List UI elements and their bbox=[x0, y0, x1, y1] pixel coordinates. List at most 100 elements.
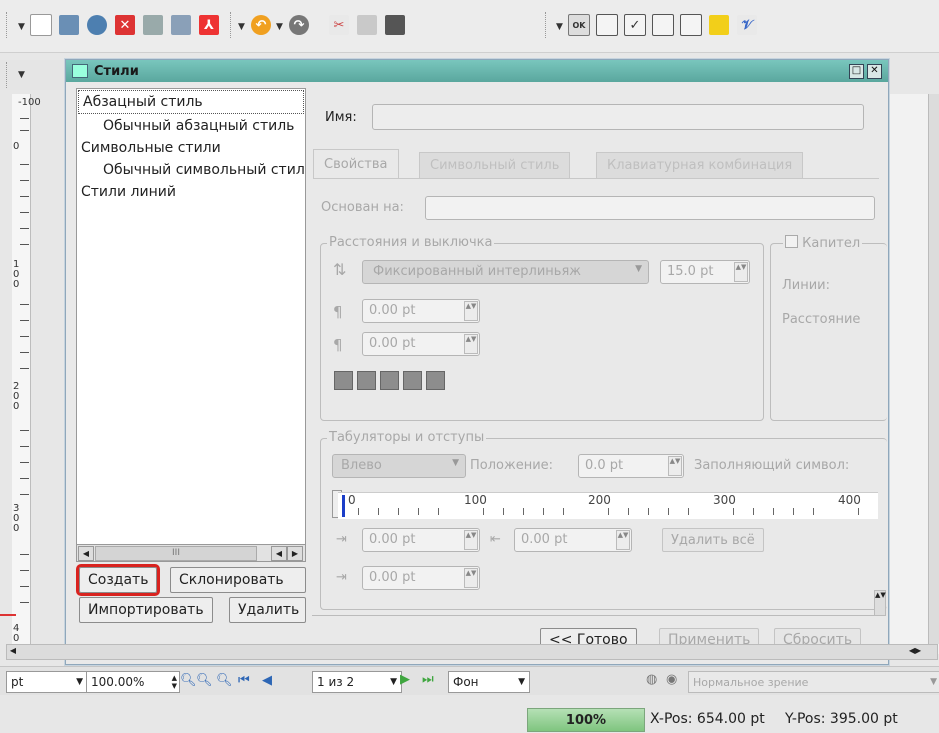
spin-icon[interactable]: ▲▼ bbox=[464, 334, 478, 354]
right-indent-field[interactable]: 0.00 pt ▲▼ bbox=[362, 566, 480, 590]
open-folder-icon[interactable] bbox=[56, 12, 82, 38]
toolbar-grip[interactable] bbox=[6, 12, 10, 38]
layer-value: Фон bbox=[453, 675, 479, 689]
dialog-titlebar[interactable]: Стили bbox=[66, 60, 888, 82]
scroll-left-icon[interactable]: ◀ bbox=[78, 546, 94, 561]
scrollbar-thumb[interactable]: III bbox=[95, 546, 257, 561]
tree-item-character-styles[interactable]: Символьные стили bbox=[77, 137, 305, 159]
canvas-horizontal-scrollbar[interactable] bbox=[6, 644, 938, 660]
line-spacing-icon: ⇅ bbox=[333, 260, 347, 279]
tab-keyboard-shortcut[interactable]: Клавиатурная комбинация bbox=[596, 152, 804, 178]
scroll-left-icon[interactable]: ◀ bbox=[6, 644, 20, 658]
ruler-label: -100 bbox=[18, 97, 41, 108]
combo-box-icon[interactable] bbox=[678, 12, 704, 38]
first-indent-marker[interactable] bbox=[342, 495, 345, 517]
export-pdf-icon[interactable]: ⅄ bbox=[196, 12, 222, 38]
list-box-icon[interactable] bbox=[650, 12, 676, 38]
first-page-icon[interactable]: ⏮ bbox=[238, 673, 250, 688]
page-selector[interactable]: 1 из 2 ▼ bbox=[312, 671, 402, 693]
preview-mode-icon[interactable]: ◍ bbox=[646, 672, 657, 687]
zoom-reset-icon[interactable]: 🔍︎ bbox=[196, 673, 213, 688]
align-forced-button[interactable] bbox=[426, 371, 445, 390]
delete-all-button[interactable]: Удалить всё bbox=[662, 528, 764, 552]
align-left-button[interactable] bbox=[334, 371, 353, 390]
form-dropdown-arrow[interactable]: ▼ bbox=[556, 22, 563, 32]
tab-align-combo[interactable]: Влево ▼ bbox=[332, 454, 466, 478]
copy-icon[interactable] bbox=[354, 12, 380, 38]
visual-mode-combo[interactable]: Нормальное зрение ▼ bbox=[688, 671, 939, 693]
lines-label: Линии: bbox=[782, 278, 831, 293]
revert-icon[interactable] bbox=[84, 12, 110, 38]
new-dropdown-arrow[interactable]: ▼ bbox=[18, 22, 25, 32]
drop-caps-checkbox[interactable] bbox=[785, 235, 798, 248]
layer-combo[interactable]: Фон ▼ bbox=[448, 671, 530, 693]
note-icon[interactable] bbox=[706, 12, 732, 38]
spin-icon[interactable]: ▲▼ bbox=[616, 530, 630, 550]
tree-item-default-paragraph[interactable]: Обычный абзацный стиль bbox=[77, 115, 305, 137]
based-on-combo[interactable] bbox=[425, 196, 875, 220]
name-field[interactable] bbox=[372, 104, 864, 130]
unit-combo[interactable]: pt ▼ bbox=[6, 671, 88, 693]
redo-icon[interactable]: ↷ bbox=[286, 12, 312, 38]
align-justify-button[interactable] bbox=[403, 371, 422, 390]
last-page-icon[interactable]: ⏭ bbox=[422, 672, 434, 687]
maximize-icon[interactable]: □ bbox=[849, 64, 864, 79]
print-icon[interactable] bbox=[140, 12, 166, 38]
first-indent-field[interactable]: 0.00 pt ▲▼ bbox=[362, 528, 480, 552]
toolbar-grip-3[interactable] bbox=[545, 12, 549, 38]
align-center-button[interactable] bbox=[357, 371, 376, 390]
text-field-icon[interactable] bbox=[594, 12, 620, 38]
close-document-icon[interactable]: ✕ bbox=[112, 12, 138, 38]
previous-page-icon[interactable]: ◀ bbox=[262, 673, 272, 688]
zoom-value: 100.00% bbox=[91, 675, 145, 689]
ok-button-icon[interactable]: OK bbox=[566, 12, 592, 38]
import-button[interactable]: Импортировать bbox=[79, 597, 213, 623]
tab-character-style[interactable]: Символьный стиль bbox=[419, 152, 571, 178]
scroll-right-icon[interactable]: ▶ bbox=[287, 546, 303, 561]
cut-icon[interactable]: ✂ bbox=[326, 12, 352, 38]
zoom-field[interactable]: 100.00% ▲ ▼ bbox=[86, 671, 180, 693]
align-right-button[interactable] bbox=[380, 371, 399, 390]
canvas-vertical-scrollbar[interactable] bbox=[928, 94, 939, 644]
toolbar-grip-4[interactable] bbox=[6, 62, 10, 88]
next-page-icon[interactable]: ▶ bbox=[400, 672, 410, 687]
spin-icon[interactable]: ▲▼ bbox=[172, 674, 177, 690]
clone-button[interactable]: Склонировать bbox=[170, 567, 306, 593]
spin-icon[interactable]: ▲▼ bbox=[464, 568, 478, 588]
undo-icon[interactable]: ↶ bbox=[248, 12, 274, 38]
spin-icon[interactable]: ▲▼ bbox=[668, 456, 682, 476]
pane-scroll-arrows[interactable]: ▲▼ bbox=[874, 590, 886, 616]
close-icon[interactable]: ✕ bbox=[867, 64, 882, 79]
create-button[interactable]: Создать bbox=[75, 564, 161, 596]
select-dropdown-arrow[interactable]: ▼ bbox=[18, 70, 25, 80]
position-field[interactable]: 0.0 pt ▲▼ bbox=[578, 454, 684, 478]
line-spacing-mode-combo[interactable]: Фиксированный интерлиньяж ▼ bbox=[362, 260, 649, 284]
tab-properties[interactable]: Свойства bbox=[313, 149, 399, 178]
space-below-field[interactable]: 0.00 pt ▲▼ bbox=[362, 332, 480, 356]
spin-icon[interactable]: ▲▼ bbox=[464, 301, 478, 321]
space-above-field[interactable]: 0.00 pt ▲▼ bbox=[362, 299, 480, 323]
zoom-out-icon[interactable]: 🔍︎ bbox=[180, 673, 197, 688]
preflight-icon[interactable] bbox=[168, 12, 194, 38]
link-icon[interactable]: 𝒱 bbox=[734, 12, 760, 38]
checkbox-icon[interactable]: ✓ bbox=[622, 12, 648, 38]
eye-icon[interactable]: ◉ bbox=[666, 672, 677, 687]
undo-dropdown-arrow[interactable]: ▼ bbox=[238, 22, 245, 32]
delete-button[interactable]: Удалить bbox=[229, 597, 306, 623]
zoom-in-icon[interactable]: 🔍︎ bbox=[216, 673, 233, 688]
redo-dropdown-arrow[interactable]: ▼ bbox=[276, 22, 283, 32]
tree-item-paragraph-styles[interactable]: Абзацный стиль bbox=[78, 90, 304, 114]
toolbar-grip-2[interactable] bbox=[230, 12, 234, 38]
tree-item-line-styles[interactable]: Стили линий bbox=[77, 181, 305, 203]
tree-horizontal-scrollbar[interactable]: ◀ III ◀ ▶ bbox=[76, 544, 306, 562]
left-indent-field[interactable]: 0.00 pt ▲▼ bbox=[514, 528, 632, 552]
line-spacing-value-field[interactable]: 15.0 pt ▲▼ bbox=[660, 260, 750, 284]
scroll-left-icon[interactable]: ◀ bbox=[271, 546, 287, 561]
tree-item-default-character[interactable]: Обычный символьный стиль bbox=[77, 159, 305, 181]
spin-icon[interactable]: ▲▼ bbox=[734, 262, 748, 282]
scroll-right-icon[interactable]: ◀▶ bbox=[900, 644, 930, 658]
paste-icon[interactable] bbox=[382, 12, 408, 38]
spin-icon[interactable]: ▲▼ bbox=[464, 530, 478, 550]
new-document-icon[interactable] bbox=[28, 12, 54, 38]
tab-ruler[interactable]: 0 100 200 300 400 bbox=[338, 492, 878, 519]
